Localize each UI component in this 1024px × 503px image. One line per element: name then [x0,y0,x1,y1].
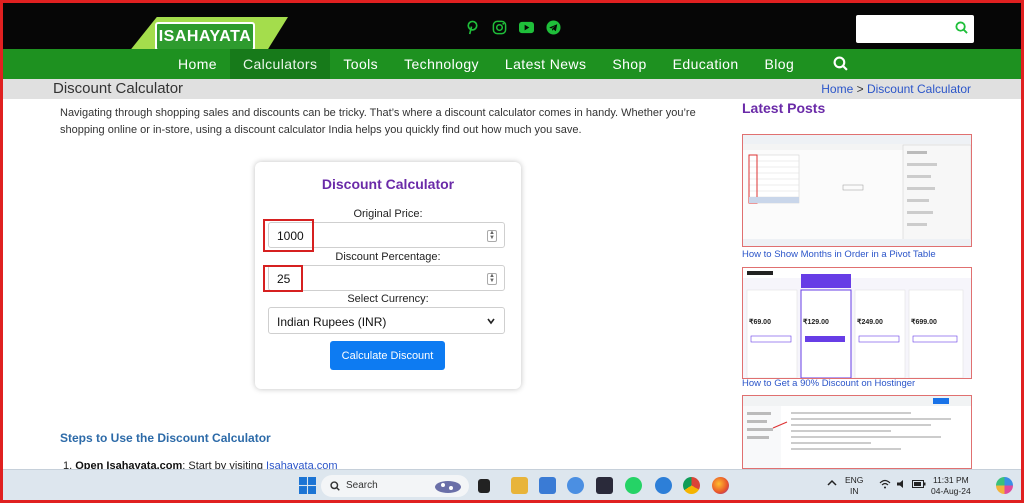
currency-value: Indian Rupees (INR) [277,315,387,329]
taskbar-search-label: Search [346,480,378,491]
instagram-icon[interactable] [492,20,507,35]
main-content: Navigating through shopping sales and di… [3,99,740,472]
chrome-icon[interactable] [683,477,700,494]
calculator-title: Discount Calculator [321,176,455,192]
discount-percentage-label: Discount Percentage: [335,251,441,263]
windows-start-icon[interactable] [299,477,316,494]
hostinger-price-1: ₹69.00 [749,318,771,326]
nav-item-tools[interactable]: Tools [330,49,391,79]
store-icon[interactable] [596,477,613,494]
page-header: Discount Calculator Home > Discount Calc… [3,79,1021,99]
windows-taskbar: Search ENG IN 11:31 PM 04-Aug-24 [3,469,1021,500]
number-spinner-icon[interactable]: ▲ ▼ [487,230,497,242]
youtube-icon[interactable] [519,20,534,35]
breadcrumb: Home > Discount Calculator [821,82,971,96]
intro-paragraph: Navigating through shopping sales and di… [60,107,696,136]
page-title: Discount Calculator [53,80,184,97]
breadcrumb-separator: > [856,82,864,96]
social-links [465,20,561,35]
chevron-down-icon [486,315,496,329]
meet-icon[interactable] [539,477,556,494]
top-header: ISAHAYATA [3,3,1021,53]
nav-item-latest-news[interactable]: Latest News [492,49,599,79]
breadcrumb-home[interactable]: Home [821,82,853,96]
post-thumbnail-hostinger[interactable]: ₹69.00 ₹129.00 ₹249.00 ₹699.00 [742,267,972,379]
language-line-1: ENG [845,475,864,485]
language-indicator[interactable]: ENG IN [845,475,863,497]
nav-item-calculators[interactable]: Calculators [229,49,331,79]
highlight-box [263,265,303,292]
language-line-2: IN [849,486,859,496]
nav-item-blog[interactable]: Blog [752,49,808,79]
clock-time: 11:31 PM [932,475,969,485]
tray-chevron-up-icon[interactable] [827,479,837,490]
nav-item-education[interactable]: Education [660,49,752,79]
highlight-box [263,219,314,252]
copilot-icon[interactable] [996,477,1013,494]
main-nav: Home Calculators Tools Technology Latest… [3,49,1021,79]
sidebar: Latest Posts How to Show Months in Order… [740,99,1021,469]
site-logo[interactable]: ISAHAYATA [155,22,255,51]
number-spinner-icon[interactable]: ▲ ▼ [487,273,497,285]
hostinger-price-3: ₹249.00 [857,318,883,326]
speaker-icon[interactable] [896,479,907,492]
hostinger-price-2: ₹129.00 [803,318,829,326]
firefox-icon[interactable] [712,477,729,494]
clock[interactable]: 11:31 PM 04-Aug-24 [931,475,971,497]
post-thumbnail-pivot[interactable] [742,134,972,247]
nav-item-technology[interactable]: Technology [391,49,492,79]
latest-posts-title: Latest Posts [742,100,826,116]
nav-item-home[interactable]: Home [165,49,230,79]
currency-select[interactable]: Indian Rupees (INR) [268,307,505,334]
file-explorer-icon[interactable] [511,477,528,494]
post-link-pivot[interactable]: How to Show Months in Order in a Pivot T… [742,249,936,260]
nav-search-icon[interactable] [833,56,848,76]
currency-label: Select Currency: [347,293,429,305]
search-highlight-icon [435,481,461,493]
telegram-icon[interactable] [546,20,561,35]
discount-percentage-input[interactable]: 25 ▲ ▼ [268,265,505,291]
clock-date: 04-Aug-24 [931,486,971,496]
post-thumbnail-code[interactable] [742,395,972,469]
hostinger-price-4: ₹699.00 [911,318,937,326]
taskbar-search[interactable]: Search [321,475,469,497]
pinterest-icon[interactable] [465,20,480,35]
breadcrumb-current[interactable]: Discount Calculator [867,82,971,96]
battery-icon[interactable] [912,480,926,491]
discount-calculator-card: Discount Calculator Original Price: 1000… [255,162,521,389]
post-link-hostinger[interactable]: How to Get a 90% Discount on Hostinger [742,378,915,389]
nav-item-shop[interactable]: Shop [599,49,659,79]
task-view-icon[interactable] [478,479,490,493]
search-icon[interactable] [955,21,968,39]
search-icon [330,481,340,491]
steps-heading: Steps to Use the Discount Calculator [60,431,271,445]
wifi-icon[interactable] [879,479,891,492]
whatsapp-icon[interactable] [625,477,642,494]
edge-browser-icon[interactable] [655,477,672,494]
header-search-input[interactable] [856,15,974,43]
calculate-discount-button[interactable]: Calculate Discount [330,341,445,370]
edge-icon[interactable] [567,477,584,494]
